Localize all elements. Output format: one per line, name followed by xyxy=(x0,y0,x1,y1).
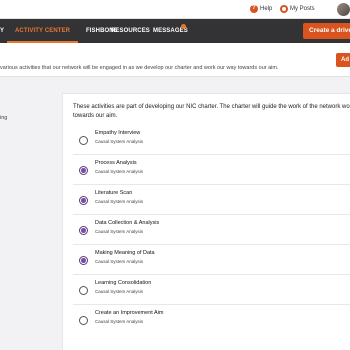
divider xyxy=(73,244,350,245)
activity-item-making-meaning[interactable]: Making Meaning of Data Causal System Ana… xyxy=(74,249,350,273)
description-bar: various activities that our network will… xyxy=(0,43,350,77)
sidebar-item-label[interactable]: ing xyxy=(0,115,7,121)
activity-item-learning-consolidation[interactable]: Learning Consolidation Causal System Ana… xyxy=(74,279,350,303)
activity-item-data-collection[interactable]: Data Collection & Analysis Causal System… xyxy=(74,219,350,243)
activity-subtitle: Causal System Analysis xyxy=(95,139,144,144)
activities-intro: These activities are part of developing … xyxy=(73,104,350,119)
help-icon xyxy=(250,5,258,13)
help-label: Help xyxy=(260,6,273,12)
activity-radio[interactable] xyxy=(79,136,88,145)
activity-title: Learning Consolidation xyxy=(95,280,152,286)
activity-radio[interactable] xyxy=(79,166,88,175)
activity-title: Making Meaning of Data xyxy=(95,250,155,256)
my-posts-label: My Posts xyxy=(290,6,315,12)
messages-badge xyxy=(181,24,186,29)
divider xyxy=(73,214,350,215)
divider xyxy=(73,184,350,185)
activity-radio[interactable] xyxy=(79,286,88,295)
activity-title: Process Analysis xyxy=(95,160,137,166)
description-text: various activities that our network will… xyxy=(0,65,279,71)
activity-title: Literature Scan xyxy=(95,190,133,196)
activity-radio[interactable] xyxy=(79,256,88,265)
divider xyxy=(73,304,350,305)
activity-title: Create an Improvement Aim xyxy=(95,310,164,316)
avatar[interactable] xyxy=(337,3,350,16)
activity-radio[interactable] xyxy=(79,196,88,205)
activity-title: Data Collection & Analysis xyxy=(95,220,160,226)
activity-subtitle: Causal System Analysis xyxy=(95,199,144,204)
activity-subtitle: Causal System Analysis xyxy=(95,319,144,324)
divider xyxy=(73,274,350,275)
activity-item-process-analysis[interactable]: Process Analysis Causal System Analysis xyxy=(74,159,350,183)
main-nav: Y ACTIVITY CENTER FISHBONE RESOURCES MES… xyxy=(0,19,350,43)
nav-item-activity-center[interactable]: ACTIVITY CENTER xyxy=(6,19,79,43)
nav-item-resources[interactable]: RESOURCES xyxy=(111,19,150,43)
activity-subtitle: Causal System Analysis xyxy=(95,229,144,234)
nav-item-messages[interactable]: MESSAGES xyxy=(153,19,188,43)
activity-subtitle: Causal System Analysis xyxy=(95,169,144,174)
activity-radio[interactable] xyxy=(79,226,88,235)
help-link[interactable]: Help xyxy=(250,5,272,13)
add-button[interactable]: Ad xyxy=(336,53,350,67)
top-utility-bar: Help My Posts xyxy=(0,0,350,19)
activity-title: Empathy Interview xyxy=(95,130,141,136)
activity-radio[interactable] xyxy=(79,316,88,325)
posts-icon xyxy=(280,5,288,13)
my-posts-link[interactable]: My Posts xyxy=(280,5,315,13)
nav-item-partial[interactable]: Y xyxy=(0,19,4,43)
activity-subtitle: Causal System Analysis xyxy=(95,289,144,294)
divider xyxy=(73,154,350,155)
create-driver-button[interactable]: Create a drive xyxy=(303,23,350,39)
activity-item-literature-scan[interactable]: Literature Scan Causal System Analysis xyxy=(74,189,350,213)
activity-subtitle: Causal System Analysis xyxy=(95,259,144,264)
activity-item-improvement-aim[interactable]: Create an Improvement Aim Causal System … xyxy=(74,309,350,333)
activity-item-empathy-interview[interactable]: Empathy Interview Causal System Analysis xyxy=(74,129,350,153)
